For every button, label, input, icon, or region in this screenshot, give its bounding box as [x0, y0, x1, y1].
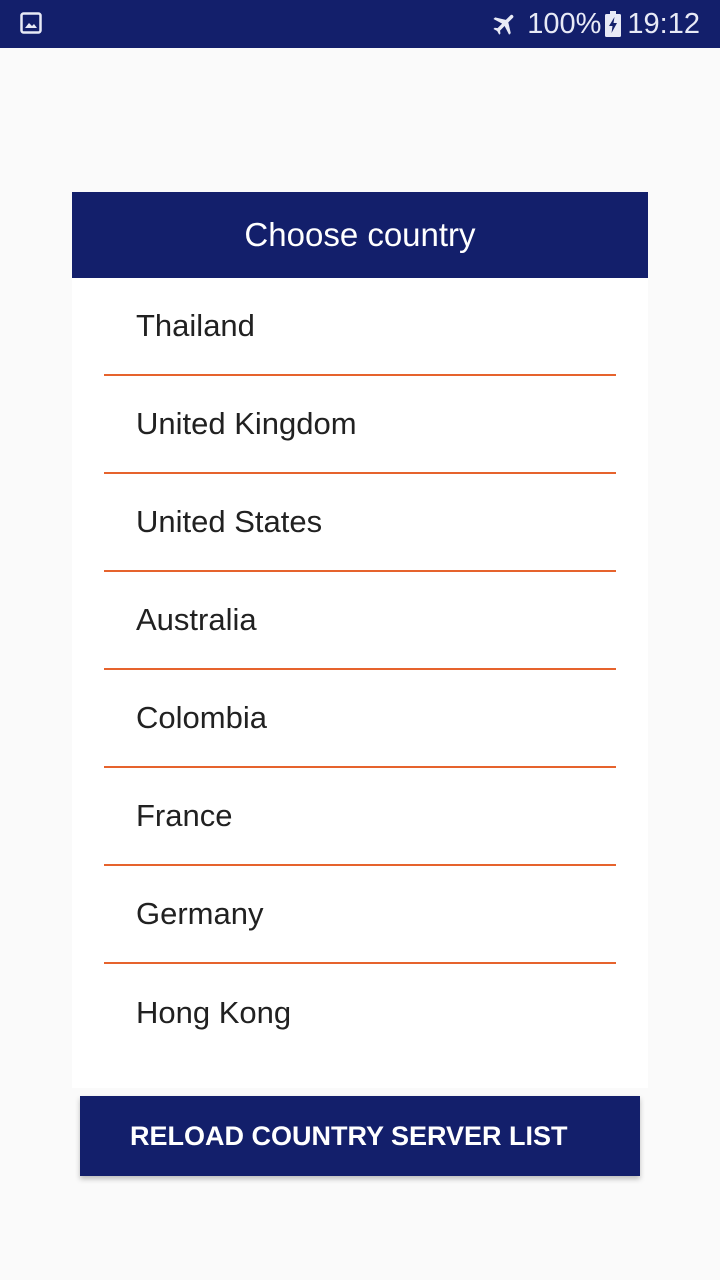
dialog-title: Choose country — [72, 192, 648, 278]
airplane-mode-icon — [491, 10, 519, 38]
image-icon — [20, 12, 42, 34]
country-item-australia[interactable]: Australia — [104, 572, 616, 670]
country-item-united-states[interactable]: United States — [104, 474, 616, 572]
status-indicators: 100% 19:12 — [491, 0, 700, 48]
battery-percent: 100% — [527, 7, 602, 40]
country-item-thailand[interactable]: Thailand — [104, 278, 616, 376]
clock: 19:12 — [627, 7, 700, 40]
country-dialog: Choose country Thailand United Kingdom U… — [72, 192, 648, 1088]
status-bar: 100% 19:12 — [0, 0, 720, 48]
country-item-hong-kong[interactable]: Hong Kong — [104, 964, 616, 1062]
battery-charging-icon — [605, 11, 622, 37]
country-item-united-kingdom[interactable]: United Kingdom — [104, 376, 616, 474]
country-list: Thailand United Kingdom United States Au… — [72, 278, 648, 1062]
country-item-germany[interactable]: Germany — [104, 866, 616, 964]
country-item-colombia[interactable]: Colombia — [104, 670, 616, 768]
country-item-france[interactable]: France — [104, 768, 616, 866]
reload-country-server-list-button[interactable]: RELOAD COUNTRY SERVER LIST — [80, 1096, 640, 1176]
